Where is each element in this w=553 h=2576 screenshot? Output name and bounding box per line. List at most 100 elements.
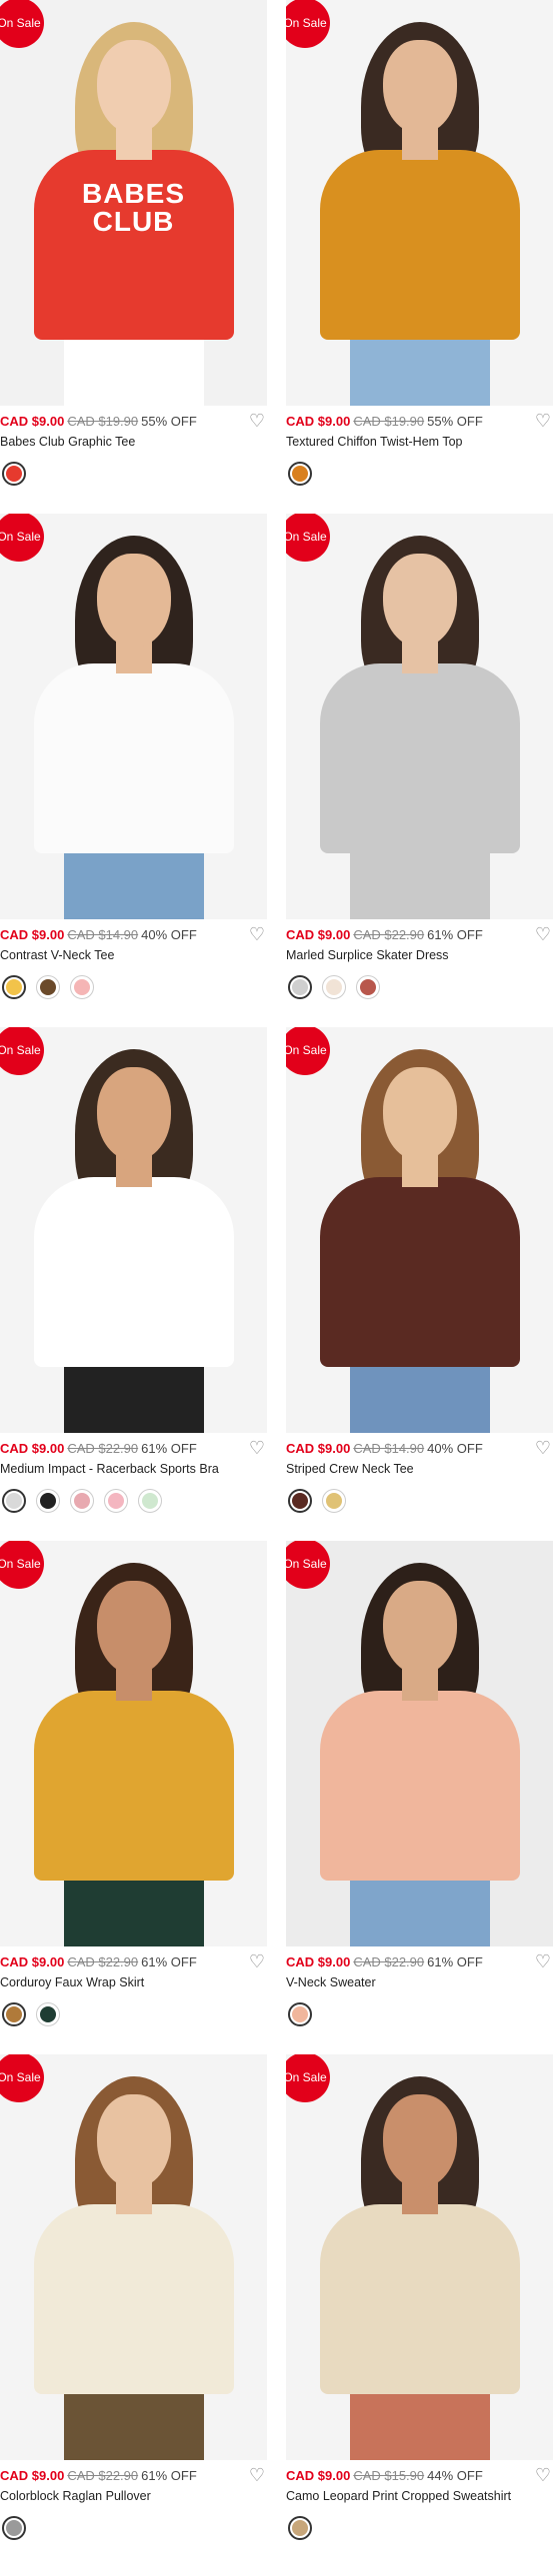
model-face xyxy=(382,554,457,647)
sale-price: CAD $9.00 xyxy=(0,927,65,942)
swatch-color xyxy=(40,1493,56,1509)
product-name-link[interactable]: Corduroy Faux Wrap Skirt xyxy=(0,1975,250,1991)
original-price: CAD $14.90 xyxy=(353,1441,425,1456)
product-card[interactable]: On Sale CAD $9.00 CAD $22.90 61% OFF ♡ Cor… xyxy=(0,1541,267,2026)
color-swatches xyxy=(288,2516,312,2540)
heart-icon[interactable]: ♡ xyxy=(533,1952,553,1971)
product-image[interactable]: On Sale xyxy=(286,1027,553,1433)
heart-icon[interactable]: ♡ xyxy=(247,2466,267,2485)
product-name-link[interactable]: Medium Impact - Racerback Sports Bra xyxy=(0,1462,250,1478)
product-image[interactable]: On Sale xyxy=(0,514,267,919)
color-swatch[interactable] xyxy=(36,2002,60,2026)
price-row: CAD $9.00 CAD $22.90 61% OFF ♡ xyxy=(0,2466,267,2485)
model-bottoms xyxy=(349,330,490,406)
product-card[interactable]: On Sale CAD $9.00 CAD $14.90 40% OFF ♡ Str… xyxy=(286,1027,553,1513)
swatch-color xyxy=(142,1493,158,1509)
heart-icon[interactable]: ♡ xyxy=(247,1439,267,1458)
color-swatch[interactable] xyxy=(36,975,60,999)
heart-icon[interactable]: ♡ xyxy=(247,1952,267,1971)
sale-price: CAD $9.00 xyxy=(0,2468,65,2483)
heart-icon[interactable]: ♡ xyxy=(247,412,267,431)
product-card[interactable]: BABES CLUB On Sale CAD $9.00 CAD $19.90 55… xyxy=(0,0,267,486)
model-figure xyxy=(286,514,553,919)
original-price: CAD $14.90 xyxy=(67,927,139,942)
product-name-link[interactable]: Colorblock Raglan Pullover xyxy=(0,2489,250,2505)
product-card[interactable]: On Sale CAD $9.00 CAD $19.90 55% OFF ♡ Tex… xyxy=(286,0,553,486)
color-swatch[interactable] xyxy=(70,975,94,999)
color-swatch[interactable] xyxy=(288,2002,312,2026)
product-image[interactable]: On Sale xyxy=(286,0,553,406)
color-swatch[interactable] xyxy=(36,1489,60,1513)
swatch-color xyxy=(74,979,90,995)
model-face xyxy=(382,2094,457,2188)
original-price: CAD $22.90 xyxy=(353,927,425,942)
model-bottoms xyxy=(349,1871,490,1946)
color-swatch[interactable] xyxy=(288,1489,312,1513)
discount-percent: 55% OFF xyxy=(141,414,197,429)
model-top xyxy=(33,1177,234,1367)
heart-icon[interactable]: ♡ xyxy=(533,1439,553,1458)
sale-price: CAD $9.00 xyxy=(0,414,65,429)
sale-price: CAD $9.00 xyxy=(0,1441,65,1456)
color-swatch[interactable] xyxy=(322,1489,346,1513)
price-row: CAD $9.00 CAD $19.90 55% OFF ♡ xyxy=(0,412,267,431)
color-swatch[interactable] xyxy=(288,975,312,999)
color-swatch[interactable] xyxy=(356,975,380,999)
original-price: CAD $22.90 xyxy=(67,2468,139,2483)
color-swatches xyxy=(288,975,380,999)
color-swatch[interactable] xyxy=(288,462,312,486)
model-bottoms xyxy=(349,1357,490,1433)
product-card[interactable]: On Sale CAD $9.00 CAD $15.90 44% OFF ♡ Cam… xyxy=(286,2054,553,2540)
color-swatch[interactable] xyxy=(70,1489,94,1513)
product-name-link[interactable]: Babes Club Graphic Tee xyxy=(0,435,250,451)
product-image[interactable]: BABES CLUB On Sale xyxy=(0,0,267,406)
color-swatch[interactable] xyxy=(2,2516,26,2540)
product-image[interactable]: On Sale xyxy=(0,1027,267,1433)
price-row: CAD $9.00 CAD $14.90 40% OFF ♡ xyxy=(286,1439,553,1458)
heart-icon[interactable]: ♡ xyxy=(533,412,553,431)
product-name-link[interactable]: V-Neck Sweater xyxy=(286,1975,536,1991)
product-name-link[interactable]: Striped Crew Neck Tee xyxy=(286,1462,536,1478)
swatch-color xyxy=(360,979,376,995)
model-figure: BABES CLUB xyxy=(0,0,267,406)
discount-percent: 55% OFF xyxy=(427,414,483,429)
color-swatch[interactable] xyxy=(138,1489,162,1513)
product-name-link[interactable]: Contrast V-Neck Tee xyxy=(0,948,250,964)
product-image[interactable]: On Sale xyxy=(0,1541,267,1946)
swatch-color xyxy=(292,979,308,995)
swatch-color xyxy=(292,466,308,482)
product-card[interactable]: On Sale CAD $9.00 CAD $22.90 61% OFF ♡ V-N… xyxy=(286,1541,553,2026)
product-image[interactable]: On Sale xyxy=(286,1541,553,1946)
price-row: CAD $9.00 CAD $14.90 40% OFF ♡ xyxy=(0,925,267,944)
discount-percent: 61% OFF xyxy=(427,927,483,942)
swatch-color xyxy=(6,1493,22,1509)
model-figure xyxy=(286,1027,553,1433)
color-swatch[interactable] xyxy=(322,975,346,999)
model-face xyxy=(382,40,457,134)
product-card[interactable]: On Sale CAD $9.00 CAD $22.90 61% OFF ♡ Mar… xyxy=(286,514,553,999)
swatch-color xyxy=(326,979,342,995)
swatch-color xyxy=(6,979,22,995)
model-top xyxy=(33,2204,234,2394)
color-swatch[interactable] xyxy=(2,462,26,486)
product-name-link[interactable]: Textured Chiffon Twist-Hem Top xyxy=(286,435,536,451)
color-swatch[interactable] xyxy=(2,2002,26,2026)
product-name-link[interactable]: Camo Leopard Print Cropped Sweatshirt xyxy=(286,2489,536,2505)
heart-icon[interactable]: ♡ xyxy=(533,2466,553,2485)
heart-icon[interactable]: ♡ xyxy=(247,925,267,944)
discount-percent: 40% OFF xyxy=(427,1441,483,1456)
model-bottoms xyxy=(63,330,204,406)
product-image[interactable]: On Sale xyxy=(286,2054,553,2460)
product-card[interactable]: On Sale CAD $9.00 CAD $22.90 61% OFF ♡ Col… xyxy=(0,2054,267,2540)
color-swatch[interactable] xyxy=(2,1489,26,1513)
product-card[interactable]: On Sale CAD $9.00 CAD $14.90 40% OFF ♡ Con… xyxy=(0,514,267,999)
product-name-link[interactable]: Marled Surplice Skater Dress xyxy=(286,948,536,964)
product-card[interactable]: On Sale CAD $9.00 CAD $22.90 61% OFF ♡ Med… xyxy=(0,1027,267,1513)
color-swatch[interactable] xyxy=(288,2516,312,2540)
color-swatch[interactable] xyxy=(2,975,26,999)
product-image[interactable]: On Sale xyxy=(0,2054,267,2460)
model-face xyxy=(96,1581,171,1675)
color-swatch[interactable] xyxy=(104,1489,128,1513)
heart-icon[interactable]: ♡ xyxy=(533,925,553,944)
product-image[interactable]: On Sale xyxy=(286,514,553,919)
